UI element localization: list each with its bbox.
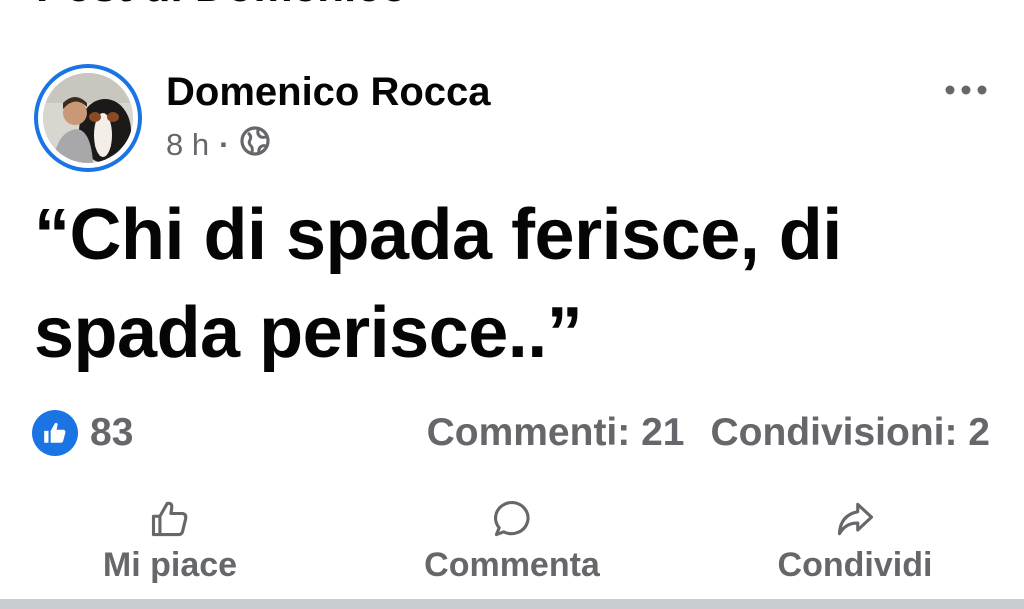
post-stats: Commenti: 21 Condivisioni: 2 (427, 410, 990, 456)
post-time[interactable]: 8 h (166, 127, 209, 163)
ellipsis-icon (945, 85, 987, 95)
author-avatar[interactable] (34, 64, 142, 172)
post-meta: 8 h · (166, 124, 271, 166)
comment-button-label: Commenta (424, 546, 600, 584)
avatar-photo (43, 73, 133, 163)
reaction-count: 83 (90, 411, 134, 454)
like-button-label: Mi piace (102, 546, 238, 584)
shares-count[interactable]: Condivisioni: 2 (710, 411, 990, 455)
share-arrow-icon (833, 494, 877, 544)
like-button[interactable]: Mi piace (70, 494, 270, 596)
avatar-image-icon (43, 73, 133, 163)
post-actions-bar: Mi piace Commenta Condividi (0, 494, 1024, 596)
comments-count[interactable]: Commenti: 21 (427, 411, 685, 455)
comment-button[interactable]: Commenta (392, 494, 632, 596)
thumbs-up-icon (148, 494, 192, 544)
section-title: Post di Domenico (36, 0, 408, 12)
meta-separator: · (219, 127, 230, 162)
reactions-summary[interactable]: 83 (32, 410, 133, 456)
author-name[interactable]: Domenico Rocca (166, 70, 491, 115)
share-button[interactable]: Condividi (740, 494, 970, 596)
more-options-button[interactable] (940, 76, 992, 104)
share-button-label: Condividi (777, 546, 933, 584)
globe-icon (239, 125, 271, 165)
like-icon (32, 410, 78, 456)
comment-bubble-icon (490, 494, 534, 544)
post-text: “Chi di spada ferisce, di spada perisce.… (34, 195, 842, 373)
section-divider (0, 599, 1024, 609)
